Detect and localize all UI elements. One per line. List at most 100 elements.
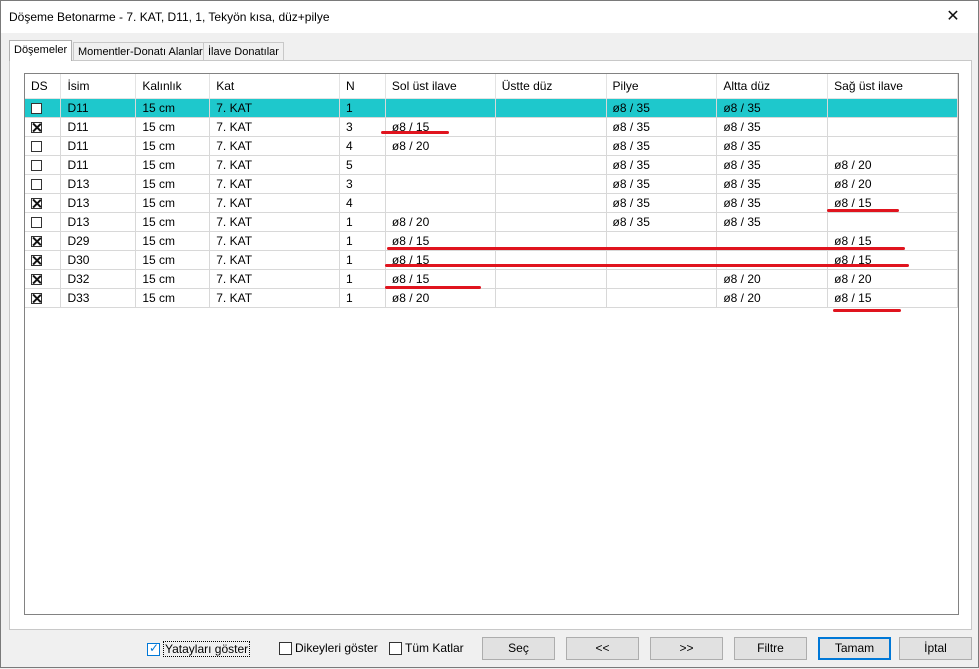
checkbox-checked-icon[interactable] bbox=[31, 121, 42, 133]
cell-kalinlik[interactable]: 15 cm bbox=[135, 155, 211, 175]
cell-pilye[interactable]: ø8 / 35 bbox=[606, 174, 718, 194]
table-row[interactable]: D29 15 cm 7. KAT 1 ø8 / 15 ø8 / 15 bbox=[25, 231, 958, 251]
cell-kalinlik[interactable]: 15 cm bbox=[135, 98, 211, 118]
checkbox-icon[interactable] bbox=[279, 641, 292, 655]
cell-n[interactable]: 1 bbox=[339, 250, 386, 270]
col-header-ds[interactable]: DS bbox=[25, 74, 62, 99]
cell-altta-duz[interactable]: ø8 / 20 bbox=[716, 269, 829, 289]
cell-kat[interactable]: 7. KAT bbox=[209, 155, 341, 175]
cell-pilye[interactable] bbox=[606, 231, 718, 251]
cell-kalinlik[interactable]: 15 cm bbox=[135, 269, 211, 289]
cell-altta-duz[interactable]: ø8 / 35 bbox=[716, 136, 829, 156]
tum-katlar-checkbox[interactable]: Tüm Katlar bbox=[389, 641, 464, 655]
cell-ustte-duz[interactable] bbox=[495, 155, 607, 175]
cell-sag-ust-ilave[interactable]: ø8 / 15 bbox=[827, 193, 958, 213]
cell-kalinlik[interactable]: 15 cm bbox=[135, 231, 211, 251]
cell-sag-ust-ilave[interactable] bbox=[827, 117, 958, 137]
cell-kalinlik[interactable]: 15 cm bbox=[135, 174, 211, 194]
checkbox-checked-icon[interactable] bbox=[31, 254, 42, 266]
cell-altta-duz[interactable] bbox=[716, 231, 829, 251]
cell-isim[interactable]: D30 bbox=[60, 250, 137, 270]
cell-ds[interactable] bbox=[25, 155, 62, 175]
cell-isim[interactable]: D32 bbox=[60, 269, 137, 289]
cell-n[interactable]: 1 bbox=[339, 269, 386, 289]
cell-altta-duz[interactable]: ø8 / 35 bbox=[716, 212, 829, 232]
table-row[interactable]: D13 15 cm 7. KAT 4 ø8 / 35 ø8 / 35 ø8 / 15 bbox=[25, 193, 958, 213]
cell-sol-ust-ilave[interactable] bbox=[385, 174, 496, 194]
close-icon[interactable]: ✕ bbox=[942, 6, 964, 28]
cell-sol-ust-ilave[interactable] bbox=[385, 155, 496, 175]
col-header-ustte-duz[interactable]: Üstte düz bbox=[495, 74, 607, 99]
cell-ustte-duz[interactable] bbox=[495, 269, 607, 289]
cell-isim[interactable]: D11 bbox=[60, 117, 137, 137]
col-header-sol-ust-ilave[interactable]: Sol üst ilave bbox=[385, 74, 496, 99]
cell-ds[interactable] bbox=[25, 193, 62, 213]
cell-pilye[interactable] bbox=[606, 288, 718, 308]
cell-ds[interactable] bbox=[25, 136, 62, 156]
cell-ds[interactable] bbox=[25, 174, 62, 194]
cell-ds[interactable] bbox=[25, 117, 62, 137]
cell-pilye[interactable] bbox=[606, 269, 718, 289]
slab-grid[interactable]: DS İsim Kalınlık Kat N Sol üst ilave Üst… bbox=[24, 73, 959, 615]
tamam-button[interactable]: Tamam bbox=[818, 637, 891, 660]
cell-isim[interactable]: D33 bbox=[60, 288, 137, 308]
tab-dosemeler[interactable]: Döşemeler bbox=[9, 40, 73, 61]
cell-pilye[interactable]: ø8 / 35 bbox=[606, 212, 718, 232]
cell-kat[interactable]: 7. KAT bbox=[209, 212, 341, 232]
cell-kat[interactable]: 7. KAT bbox=[209, 288, 341, 308]
checkbox-checked-icon[interactable] bbox=[31, 292, 42, 304]
cell-sol-ust-ilave[interactable]: ø8 / 20 bbox=[385, 136, 496, 156]
cell-ustte-duz[interactable] bbox=[495, 288, 607, 308]
checkbox-icon[interactable] bbox=[389, 641, 402, 655]
checkbox-checked-icon[interactable] bbox=[31, 273, 42, 285]
cell-isim[interactable]: D13 bbox=[60, 174, 137, 194]
cell-ds[interactable] bbox=[25, 269, 62, 289]
cell-altta-duz[interactable]: ø8 / 35 bbox=[716, 98, 829, 118]
cell-isim[interactable]: D11 bbox=[60, 155, 137, 175]
cell-kat[interactable]: 7. KAT bbox=[209, 231, 341, 251]
cell-kalinlik[interactable]: 15 cm bbox=[135, 288, 211, 308]
cell-altta-duz[interactable]: ø8 / 20 bbox=[716, 288, 829, 308]
cell-ustte-duz[interactable] bbox=[495, 98, 607, 118]
cell-kat[interactable]: 7. KAT bbox=[209, 136, 341, 156]
yataylari-goster-checkbox[interactable]: Yatayları göster bbox=[147, 641, 251, 657]
cell-pilye[interactable]: ø8 / 35 bbox=[606, 193, 718, 213]
cell-sol-ust-ilave[interactable]: ø8 / 15 bbox=[385, 117, 496, 137]
cell-isim[interactable]: D29 bbox=[60, 231, 137, 251]
cell-ds[interactable] bbox=[25, 212, 62, 232]
cell-ustte-duz[interactable] bbox=[495, 117, 607, 137]
table-row[interactable]: D13 15 cm 7. KAT 1 ø8 / 20 ø8 / 35 ø8 / 35 bbox=[25, 212, 958, 232]
cell-altta-duz[interactable] bbox=[716, 250, 829, 270]
sec-button[interactable]: Seç bbox=[482, 637, 555, 660]
cell-kat[interactable]: 7. KAT bbox=[209, 98, 341, 118]
cell-pilye[interactable]: ø8 / 35 bbox=[606, 117, 718, 137]
tab-ilave-donatilar[interactable]: İlave Donatılar bbox=[203, 42, 284, 61]
checkbox-icon[interactable] bbox=[31, 140, 42, 152]
cell-ds[interactable] bbox=[25, 231, 62, 251]
cell-kat[interactable]: 7. KAT bbox=[209, 250, 341, 270]
dikeyleri-goster-checkbox[interactable]: Dikeyleri göster bbox=[279, 641, 378, 655]
cell-isim[interactable]: D11 bbox=[60, 136, 137, 156]
table-row[interactable]: D11 15 cm 7. KAT 4 ø8 / 20 ø8 / 35 ø8 / 35 bbox=[25, 136, 958, 156]
cell-ds[interactable] bbox=[25, 288, 62, 308]
cell-kat[interactable]: 7. KAT bbox=[209, 193, 341, 213]
cell-ds[interactable] bbox=[25, 98, 62, 118]
cell-sag-ust-ilave[interactable] bbox=[827, 136, 958, 156]
cell-n[interactable]: 5 bbox=[339, 155, 386, 175]
checkbox-checked-icon[interactable] bbox=[31, 197, 42, 209]
tab-momentler-donati-alanlari[interactable]: Momentler-Donatı Alanları bbox=[73, 42, 211, 61]
cell-sag-ust-ilave[interactable]: ø8 / 20 bbox=[827, 269, 958, 289]
cell-n[interactable]: 3 bbox=[339, 117, 386, 137]
cell-altta-duz[interactable]: ø8 / 35 bbox=[716, 174, 829, 194]
cell-sag-ust-ilave[interactable]: ø8 / 15 bbox=[827, 231, 958, 251]
cell-pilye[interactable]: ø8 / 35 bbox=[606, 136, 718, 156]
previous-button[interactable]: << bbox=[566, 637, 639, 660]
checkbox-checked-icon[interactable] bbox=[147, 641, 160, 656]
col-header-sag-ust-ilave[interactable]: Sağ üst ilave bbox=[827, 74, 958, 99]
cell-kat[interactable]: 7. KAT bbox=[209, 117, 341, 137]
checkbox-checked-icon[interactable] bbox=[31, 235, 42, 247]
cell-kalinlik[interactable]: 15 cm bbox=[135, 117, 211, 137]
table-row[interactable]: D32 15 cm 7. KAT 1 ø8 / 15 ø8 / 20 ø8 / 20 bbox=[25, 269, 958, 289]
cell-pilye[interactable] bbox=[606, 250, 718, 270]
cell-kalinlik[interactable]: 15 cm bbox=[135, 250, 211, 270]
